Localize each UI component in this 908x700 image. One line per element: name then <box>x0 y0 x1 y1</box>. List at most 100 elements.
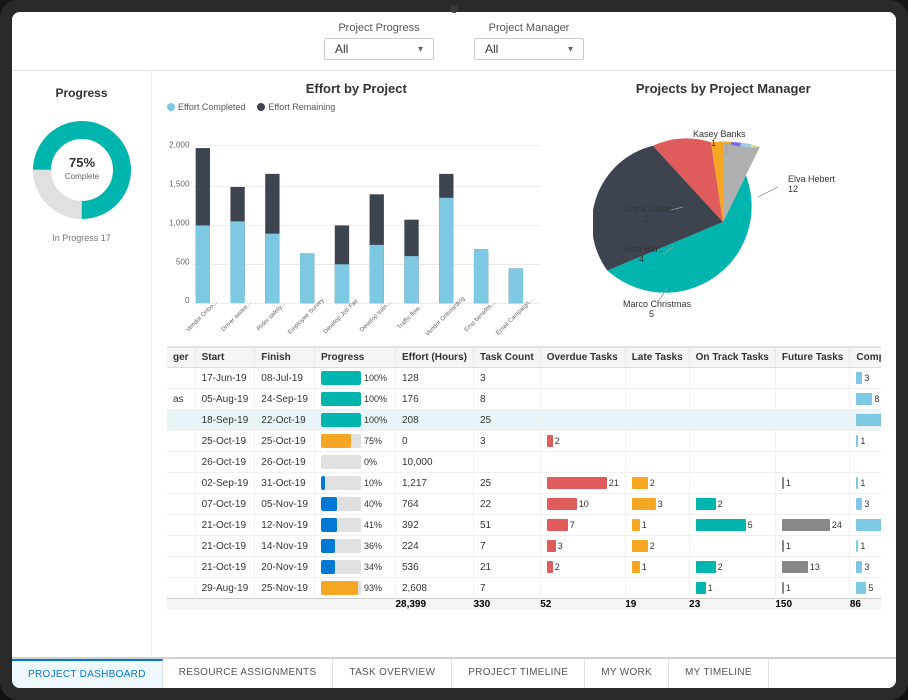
svg-text:Driver aware...: Driver aware... <box>220 300 253 333</box>
cell-start: 02-Sep-19 <box>195 473 255 494</box>
cell-name <box>167 494 195 515</box>
cell-on-track <box>689 473 775 494</box>
svg-text:Traffic flow...: Traffic flow... <box>396 302 425 331</box>
table-row: 21-Oct-19 14-Nov-19 36% 224 7 3 2 1 1 <box>167 536 881 557</box>
legend-completed: Effort Completed <box>167 102 245 112</box>
cell-progress: 41% <box>314 515 395 536</box>
bar-chart-legend: Effort Completed Effort Remaining <box>167 102 546 112</box>
chevron-down-icon: ▾ <box>418 44 423 55</box>
cell-future <box>775 494 850 515</box>
bottom-nav: PROJECT DASHBOARDRESOURCE ASSIGNMENTSTAS… <box>12 657 896 688</box>
cell-on-track <box>689 389 775 410</box>
cell-task-count <box>473 452 540 473</box>
nav-tab-project-dashboard[interactable]: PROJECT DASHBOARD <box>12 659 163 688</box>
svg-text:2,000: 2,000 <box>169 141 190 150</box>
table-header-row: ger Start Finish Progress Effort (Hours)… <box>167 348 881 368</box>
cell-completed: 8 <box>850 389 881 410</box>
cell-finish: 24-Sep-19 <box>255 389 315 410</box>
svg-text:Vicki Bar...: Vicki Bar... <box>623 244 665 254</box>
nav-tab-my-timeline[interactable]: MY TIMELINE <box>669 659 769 688</box>
cell-late: 1 <box>625 557 689 578</box>
cell-task-count: 22 <box>473 494 540 515</box>
cell-start: 21-Oct-19 <box>195 536 255 557</box>
col-overdue: Overdue Tasks <box>540 348 625 368</box>
cell-late <box>625 431 689 452</box>
footer-effort-val: 28,399 <box>395 599 473 611</box>
charts-row: Effort by Project Effort Completed Effor… <box>167 81 881 341</box>
cell-progress: 100% <box>314 389 395 410</box>
donut-chart: 75% Complete <box>27 115 137 225</box>
col-progress: Progress <box>314 348 395 368</box>
camera-dot <box>450 5 458 13</box>
project-manager-select[interactable]: All ▾ <box>474 38 584 60</box>
cell-future: 13 <box>775 557 850 578</box>
footer-task-count: 330 <box>473 599 540 611</box>
cell-completed: 1 <box>850 536 881 557</box>
cell-on-track <box>689 452 775 473</box>
legend-completed-dot <box>167 103 175 111</box>
footer-late: 19 <box>625 599 689 611</box>
cell-overdue <box>540 389 625 410</box>
cell-effort: 208 <box>395 410 473 431</box>
svg-text:1,000: 1,000 <box>169 218 190 227</box>
col-on-track: On Track Tasks <box>689 348 775 368</box>
nav-tab-task-overview[interactable]: TASK OVERVIEW <box>333 659 452 688</box>
svg-text:Elva Hebert: Elva Hebert <box>788 174 836 184</box>
footer-on-track: 23 <box>689 599 775 611</box>
cell-overdue <box>540 578 625 599</box>
cell-overdue: 3 <box>540 536 625 557</box>
cell-future: 1 <box>775 473 850 494</box>
cell-overdue <box>540 410 625 431</box>
cell-start: 05-Aug-19 <box>195 389 255 410</box>
cell-completed: 1 <box>850 431 881 452</box>
cell-start: 17-Jun-19 <box>195 368 255 389</box>
svg-text:500: 500 <box>176 257 190 266</box>
cell-progress: 36% <box>314 536 395 557</box>
cell-name <box>167 431 195 452</box>
cell-completed: 3 <box>850 494 881 515</box>
cell-name <box>167 515 195 536</box>
cell-on-track: 2 <box>689 494 775 515</box>
svg-text:Rider safety...: Rider safety... <box>256 301 288 333</box>
svg-text:75%: 75% <box>68 155 94 170</box>
cell-start: 25-Oct-19 <box>195 431 255 452</box>
svg-text:1,500: 1,500 <box>169 180 190 189</box>
cell-finish: 12-Nov-19 <box>255 515 315 536</box>
cell-progress: 34% <box>314 557 395 578</box>
nav-tab-resource-assignments[interactable]: RESOURCE ASSIGNMENTS <box>163 659 334 688</box>
progress-title: Progress <box>55 86 107 100</box>
table-row: 29-Aug-19 25-Nov-19 93% 2,608 7 1 1 5 <box>167 578 881 599</box>
cell-effort: 392 <box>395 515 473 536</box>
nav-tab-my-work[interactable]: MY WORK <box>585 659 669 688</box>
cell-start: 21-Oct-19 <box>195 515 255 536</box>
cell-progress: 40% <box>314 494 395 515</box>
cell-completed: 3 <box>850 368 881 389</box>
cell-task-count: 7 <box>473 578 540 599</box>
project-manager-label: Project Manager <box>489 22 570 34</box>
legend-remaining: Effort Remaining <box>257 102 335 112</box>
cell-late: 2 <box>625 473 689 494</box>
cell-task-count: 51 <box>473 515 540 536</box>
table-footer-row: 28,399 330 52 19 23 150 86 <box>167 599 881 611</box>
cell-effort: 764 <box>395 494 473 515</box>
table-row: 26-Oct-19 26-Oct-19 0% 10,000 <box>167 452 881 473</box>
cell-on-track <box>689 410 775 431</box>
cell-overdue: 10 <box>540 494 625 515</box>
table-row: 21-Oct-19 12-Nov-19 41% 392 51 7 1 5 24 … <box>167 515 881 536</box>
project-progress-select[interactable]: All ▾ <box>324 38 434 60</box>
cell-completed: 1 <box>850 473 881 494</box>
cell-future <box>775 389 850 410</box>
nav-tab-project-timeline[interactable]: PROJECT TIMELINE <box>452 659 585 688</box>
cell-finish: 14-Nov-19 <box>255 536 315 557</box>
table-wrapper[interactable]: ger Start Finish Progress Effort (Hours)… <box>167 348 881 647</box>
cell-name <box>167 410 195 431</box>
cell-finish: 31-Oct-19 <box>255 473 315 494</box>
pie-chart-section: Projects by Project Manager <box>566 81 881 341</box>
data-table: ger Start Finish Progress Effort (Hours)… <box>167 348 881 610</box>
table-row: 25-Oct-19 25-Oct-19 75% 0 3 2 1 <box>167 431 881 452</box>
project-manager-value: All <box>485 42 498 56</box>
cell-on-track <box>689 536 775 557</box>
project-progress-filter-group: Project Progress All ▾ <box>324 22 434 60</box>
cell-finish: 26-Oct-19 <box>255 452 315 473</box>
col-name: ger <box>167 348 195 368</box>
